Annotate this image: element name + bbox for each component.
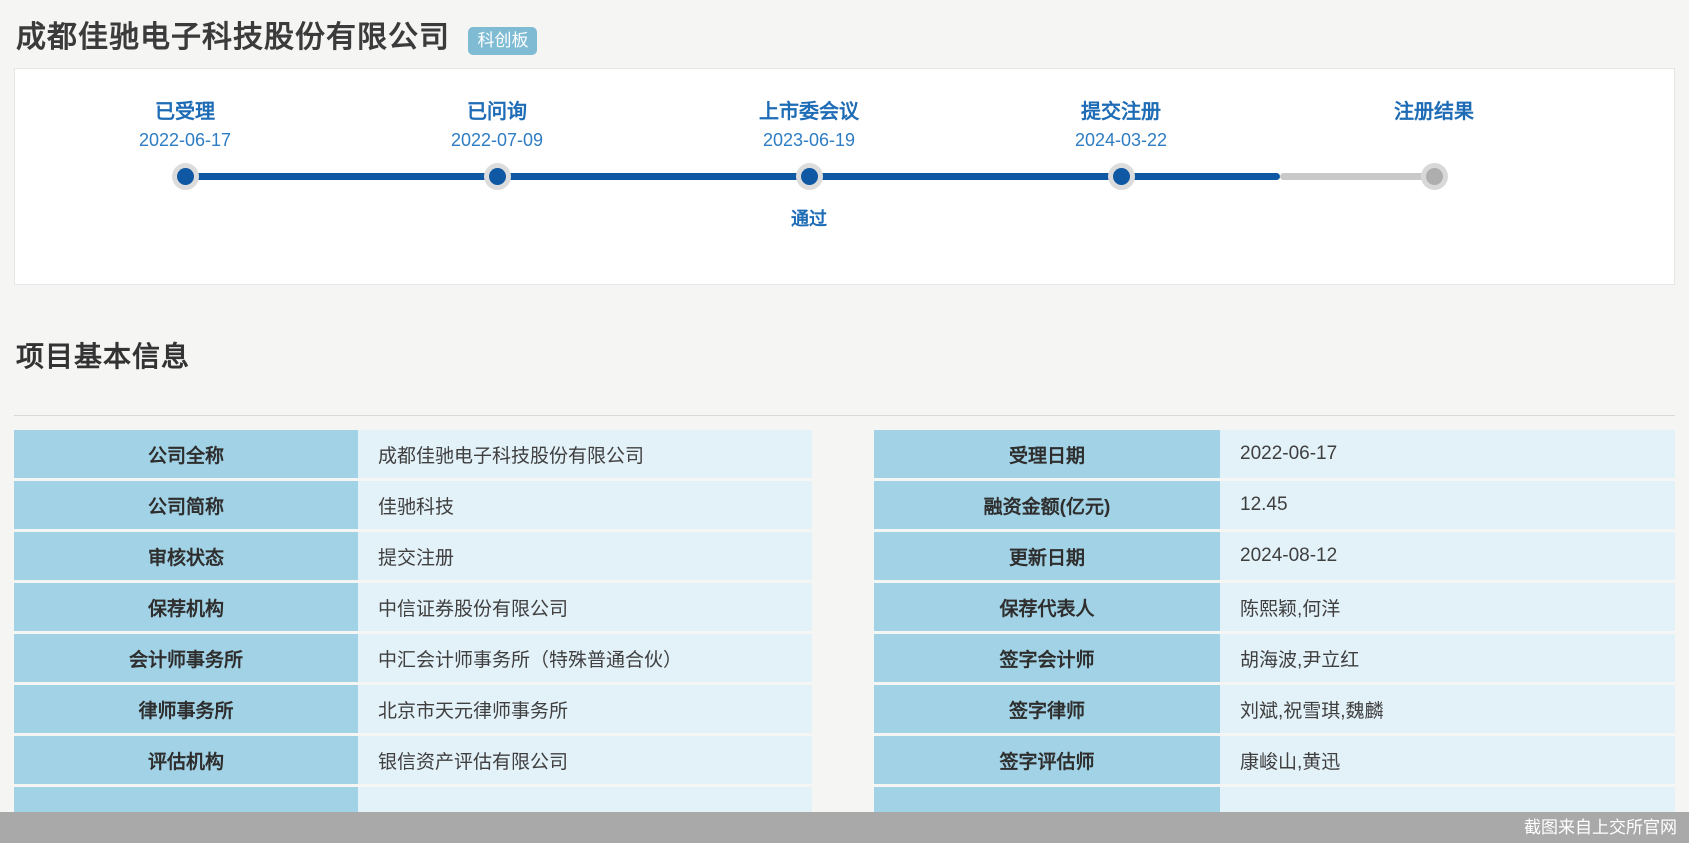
- timeline-stage-registration-result: 注册结果: [1324, 95, 1544, 130]
- field-value: 佳驰科技: [358, 481, 812, 529]
- field-label: 保荐机构: [14, 583, 358, 631]
- field-label: 受理日期: [874, 430, 1220, 478]
- stage-name: 提交注册: [1081, 101, 1161, 123]
- timeline-track-pending: [1280, 173, 1435, 180]
- table-row: 审核状态 提交注册: [14, 532, 812, 580]
- field-label: 保荐代表人: [874, 583, 1220, 631]
- table-row: 律师事务所 北京市天元律师事务所: [14, 685, 812, 733]
- stage-date: 2023-06-19: [762, 130, 856, 150]
- timeline-stage-registration-submitted: 提交注册 2024-03-22: [1011, 95, 1231, 151]
- field-value: 陈熙颖,何洋: [1220, 583, 1675, 631]
- field-label: 公司简称: [14, 481, 358, 529]
- table-row: 保荐机构 中信证券股份有限公司: [14, 583, 812, 631]
- table-row: 公司简称 佳驰科技: [14, 481, 812, 529]
- project-info-table: 公司全称 成都佳驰电子科技股份有限公司 公司简称 佳驰科技 审核状态 提交注册 …: [14, 430, 1675, 838]
- info-table-right: 受理日期 2022-06-17 融资金额(亿元) 12.45 更新日期 2024…: [874, 430, 1675, 838]
- field-value: 中信证券股份有限公司: [358, 583, 812, 631]
- field-label: 更新日期: [874, 532, 1220, 580]
- field-value: 2022-06-17: [1220, 430, 1675, 478]
- committee-result-label: 通过: [791, 209, 827, 229]
- table-row: 公司全称 成都佳驰电子科技股份有限公司: [14, 430, 812, 478]
- table-row: 签字律师 刘斌,祝雪琪,魏麟: [874, 685, 1675, 733]
- timeline-dot-inquired: [484, 163, 511, 190]
- stage-date: 2024-03-22: [1074, 130, 1168, 150]
- timeline-stage-accepted: 已受理 2022-06-17: [75, 95, 295, 151]
- timeline-dot-committee: [796, 163, 823, 190]
- table-row: 保荐代表人 陈熙颖,何洋: [874, 583, 1675, 631]
- field-label: 签字评估师: [874, 736, 1220, 784]
- field-label: 签字会计师: [874, 634, 1220, 682]
- stage-date: 2022-06-17: [138, 130, 232, 150]
- stage-date: 2022-07-09: [450, 130, 544, 150]
- field-label: 审核状态: [14, 532, 358, 580]
- field-value: 刘斌,祝雪琪,魏麟: [1220, 685, 1675, 733]
- field-value: 康峻山,黄迅: [1220, 736, 1675, 784]
- timeline-dot-registration-submitted: [1108, 163, 1135, 190]
- watermark-text: 截图来自上交所官网: [1524, 818, 1677, 837]
- section-header: 项目基本信息: [14, 285, 1675, 416]
- field-label: 融资金额(亿元): [874, 481, 1220, 529]
- table-row: 签字评估师 康峻山,黄迅: [874, 736, 1675, 784]
- table-row: 评估机构 银信资产评估有限公司: [14, 736, 812, 784]
- company-title: 成都佳驰电子科技股份有限公司: [16, 21, 450, 54]
- field-label: 会计师事务所: [14, 634, 358, 682]
- field-label: 公司全称: [14, 430, 358, 478]
- stage-name: 已受理: [155, 101, 215, 123]
- table-row: 更新日期 2024-08-12: [874, 532, 1675, 580]
- stage-name: 上市委会议: [759, 101, 859, 123]
- watermark-bar: 截图来自上交所官网: [0, 812, 1689, 843]
- section-title: 项目基本信息: [16, 341, 191, 372]
- field-value: 成都佳驰电子科技股份有限公司: [358, 430, 812, 478]
- timeline-dot-registration-result: [1421, 163, 1448, 190]
- info-table-left: 公司全称 成都佳驰电子科技股份有限公司 公司简称 佳驰科技 审核状态 提交注册 …: [14, 430, 812, 838]
- table-row: 受理日期 2022-06-17: [874, 430, 1675, 478]
- field-value: 北京市天元律师事务所: [358, 685, 812, 733]
- field-label: 律师事务所: [14, 685, 358, 733]
- table-row: 融资金额(亿元) 12.45: [874, 481, 1675, 529]
- field-value: 中汇会计师事务所（特殊普通合伙）: [358, 634, 812, 682]
- field-value: 2024-08-12: [1220, 532, 1675, 580]
- field-label: 评估机构: [14, 736, 358, 784]
- page-header: 成都佳驰电子科技股份有限公司 科创板: [0, 0, 1689, 56]
- board-badge: 科创板: [468, 26, 538, 55]
- stage-name: 注册结果: [1394, 101, 1474, 123]
- field-value: 12.45: [1220, 481, 1675, 529]
- field-value: 胡海波,尹立红: [1220, 634, 1675, 682]
- timeline-dot-accepted: [172, 163, 199, 190]
- field-label: 签字律师: [874, 685, 1220, 733]
- timeline-stage-inquired: 已问询 2022-07-09: [387, 95, 607, 151]
- timeline-stage-committee: 上市委会议 2023-06-19: [699, 95, 919, 151]
- ipo-timeline: 已受理 2022-06-17 已问询 2022-07-09 上市委会议 2023…: [14, 68, 1675, 285]
- table-row: 会计师事务所 中汇会计师事务所（特殊普通合伙）: [14, 634, 812, 682]
- field-value: 提交注册: [358, 532, 812, 580]
- stage-name: 已问询: [467, 101, 527, 123]
- table-row: 签字会计师 胡海波,尹立红: [874, 634, 1675, 682]
- field-value: 银信资产评估有限公司: [358, 736, 812, 784]
